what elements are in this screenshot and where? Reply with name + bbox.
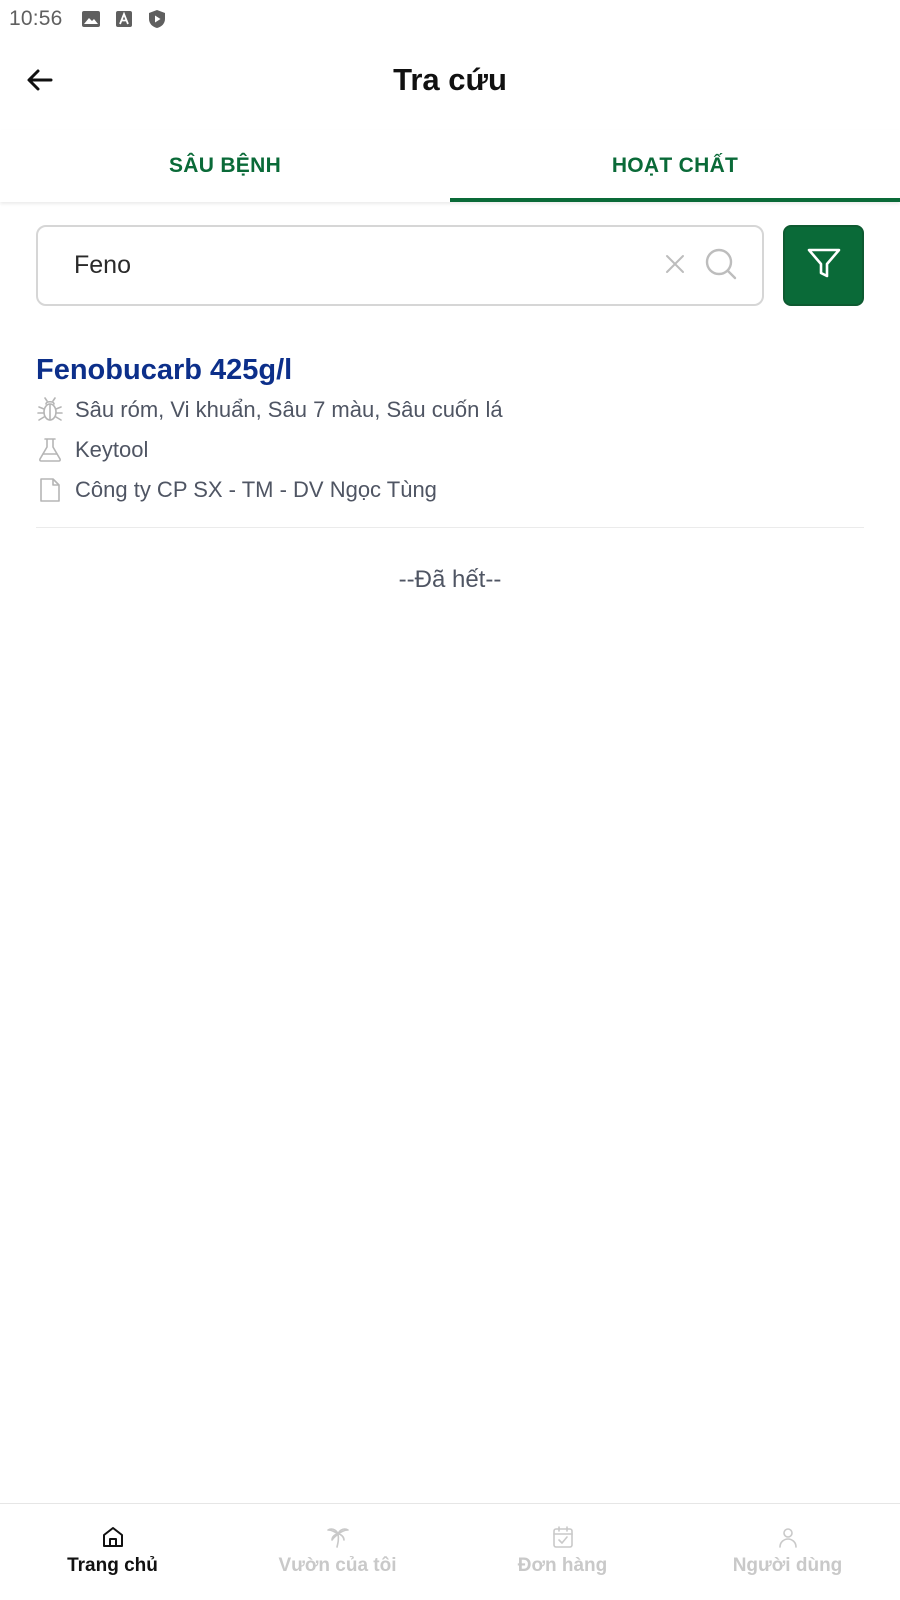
company-row: Công ty CP SX - TM - DV Ngọc Tùng — [36, 475, 437, 505]
page-title: Tra cứu — [393, 62, 507, 97]
nav-label: Người dùng — [732, 1555, 843, 1576]
result-title: Fenobucarb 425g/l — [36, 354, 293, 386]
document-icon — [36, 476, 64, 504]
clear-button[interactable] — [658, 249, 692, 283]
app-bar: Tra cứu — [0, 38, 900, 130]
company-text: Công ty CP SX - TM - DV Ngọc Tùng — [75, 477, 437, 502]
shield-play-icon — [147, 9, 167, 29]
search-button[interactable] — [702, 247, 740, 285]
status-bar: 10:56 — [0, 0, 900, 38]
pests-row: Sâu róm, Vi khuẩn, Sâu 7 màu, Sâu cuốn l… — [36, 395, 503, 425]
text-icon — [114, 9, 134, 29]
search-icon — [704, 247, 738, 286]
nav-item-home[interactable]: Trang chủ — [0, 1504, 225, 1600]
nav-item-orders[interactable]: Đơn hàng — [450, 1504, 675, 1600]
user-icon — [775, 1524, 801, 1550]
bug-icon — [36, 396, 64, 424]
product-text: Keytool — [75, 437, 149, 462]
palm-tree-icon — [325, 1524, 351, 1550]
close-icon — [663, 252, 687, 281]
nav-label: Đơn hàng — [517, 1555, 608, 1576]
end-of-list-text: --Đã hết-- — [398, 566, 502, 593]
result-item[interactable]: Fenobucarb 425g/l Sâu róm, Vi khuẩn, Sâu… — [36, 350, 864, 528]
filter-icon — [806, 245, 842, 286]
product-row: Keytool — [36, 435, 148, 465]
image-icon — [81, 9, 101, 29]
tab-sau-benh[interactable]: SÂU BỆNH — [0, 130, 450, 202]
calendar-check-icon — [550, 1524, 576, 1550]
nav-item-garden[interactable]: Vườn của tôi — [225, 1504, 450, 1600]
home-icon — [100, 1524, 126, 1550]
search-box — [36, 225, 764, 306]
nav-item-user[interactable]: Người dùng — [675, 1504, 900, 1600]
flask-icon — [36, 436, 64, 464]
tab-hoat-chat[interactable]: HOẠT CHẤT — [450, 130, 900, 202]
status-time: 10:56 — [9, 7, 63, 30]
tab-bar: SÂU BỆNH HOẠT CHẤT — [0, 130, 900, 202]
pests-text: Sâu róm, Vi khuẩn, Sâu 7 màu, Sâu cuốn l… — [75, 397, 503, 422]
search-input[interactable] — [74, 227, 654, 304]
bottom-nav: Trang chủ Vườn của tôi Đơn hàng Người dù… — [0, 1503, 900, 1600]
filter-button[interactable] — [783, 225, 864, 306]
nav-label: Trang chủ — [67, 1555, 158, 1576]
nav-label: Vườn của tôi — [278, 1555, 397, 1576]
